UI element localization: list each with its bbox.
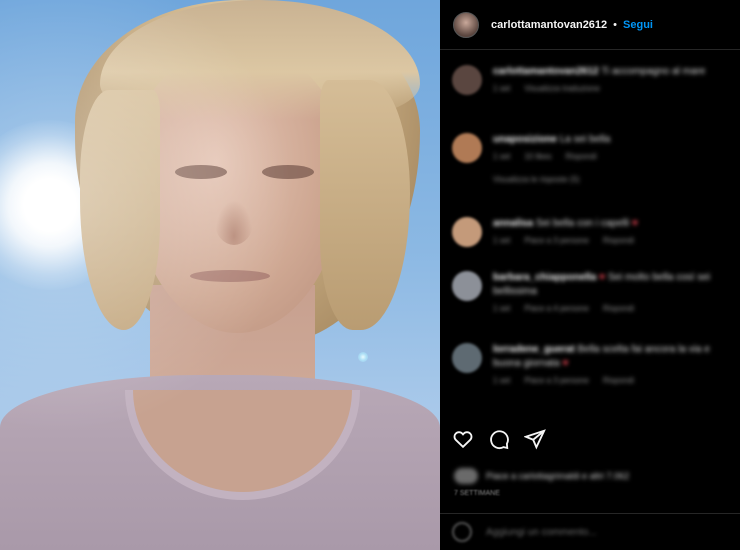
likes-row[interactable]: Piace a carlottagrimaldi e altri 7.062 (454, 468, 629, 484)
comment-time: 1 set (493, 304, 511, 313)
comment-avatar[interactable] (452, 133, 482, 163)
comment-username[interactable]: annalisa (493, 218, 533, 229)
comment-likes[interactable]: 10 likes (524, 152, 551, 161)
comment-text: Sei bella con i capelli (535, 218, 630, 229)
post-side-panel: carlottamantovan2612 • Segui carlottaman… (440, 0, 740, 550)
reply-button[interactable]: Rispondi (565, 152, 596, 161)
sun-wash (0, 0, 440, 550)
comment-item: carlottamantovan2612 Ti accompagno al ma… (452, 65, 738, 95)
comment-icon[interactable] (488, 428, 510, 450)
share-icon[interactable] (524, 428, 546, 450)
comment-time: 1 set (493, 236, 511, 245)
view-replies-link[interactable]: Visualizza le risposte (5) (493, 175, 580, 184)
comment-likes[interactable]: Piace a 3 persone (524, 236, 589, 245)
reply-button[interactable]: Rispondi (603, 304, 634, 313)
separator-dot: • (613, 18, 618, 31)
reply-button[interactable]: Rispondi (603, 376, 634, 385)
comments-list[interactable]: carlottamantovan2612 Ti accompagno al ma… (440, 51, 740, 416)
heart-emoji: ♥ (562, 358, 569, 369)
comment-time: 1 set (493, 376, 511, 385)
comment-username[interactable]: unaposizione (493, 134, 557, 145)
emoji-icon[interactable] (452, 522, 472, 542)
likes-avatars (454, 468, 478, 484)
comment-item: unaposizione La sei bella 1 set 10 likes R… (452, 133, 738, 184)
comment-item: barbara_chiapponella ♥ Sei molto bella c… (452, 271, 738, 313)
comment-time: 1 set (493, 152, 511, 161)
follow-button[interactable]: Segui (623, 19, 653, 31)
comment-input[interactable]: Aggiungi un commento... (486, 527, 597, 538)
comment-time: 1 set (493, 84, 511, 93)
post-actions (452, 428, 546, 450)
post-date: 7 SETTIMANE (454, 490, 500, 497)
heart-emoji: ♥ (631, 218, 638, 229)
heart-emoji: ♥ (599, 272, 606, 283)
comment-username[interactable]: lorradene_guerat (493, 344, 575, 355)
reply-button[interactable]: Rispondi (603, 236, 634, 245)
post-photo (0, 0, 440, 550)
post-header: carlottamantovan2612 • Segui (440, 0, 740, 50)
comment-avatar[interactable] (452, 343, 482, 373)
comment-username[interactable]: carlottamantovan2612 (493, 66, 599, 77)
translate-link[interactable]: Visualizza traduzione (524, 84, 599, 93)
likes-count[interactable]: Piace a carlottagrimaldi e altri 7.062 (486, 471, 629, 481)
comment-item: lorradene_guerat Bella scelta fai ancora… (452, 343, 738, 385)
comment-text: Ti accompagno al mare (601, 66, 706, 77)
comment-avatar[interactable] (452, 271, 482, 301)
comment-avatar[interactable] (452, 65, 482, 95)
add-comment-bar: Aggiungi un commento... (440, 513, 740, 550)
comment-item: annalisa Sei bella con i capelli ♥ 1 set… (452, 217, 738, 247)
comment-username[interactable]: barbara_chiapponella (493, 272, 596, 283)
avatar[interactable] (453, 11, 479, 38)
comment-likes[interactable]: Piace a 3 persone (524, 376, 589, 385)
heart-icon[interactable] (452, 428, 474, 450)
comment-avatar[interactable] (452, 217, 482, 247)
post-username[interactable]: carlottamantovan2612 (491, 19, 607, 31)
comment-likes[interactable]: Piace a 4 persone (524, 304, 589, 313)
comment-text: La sei bella (559, 134, 611, 145)
